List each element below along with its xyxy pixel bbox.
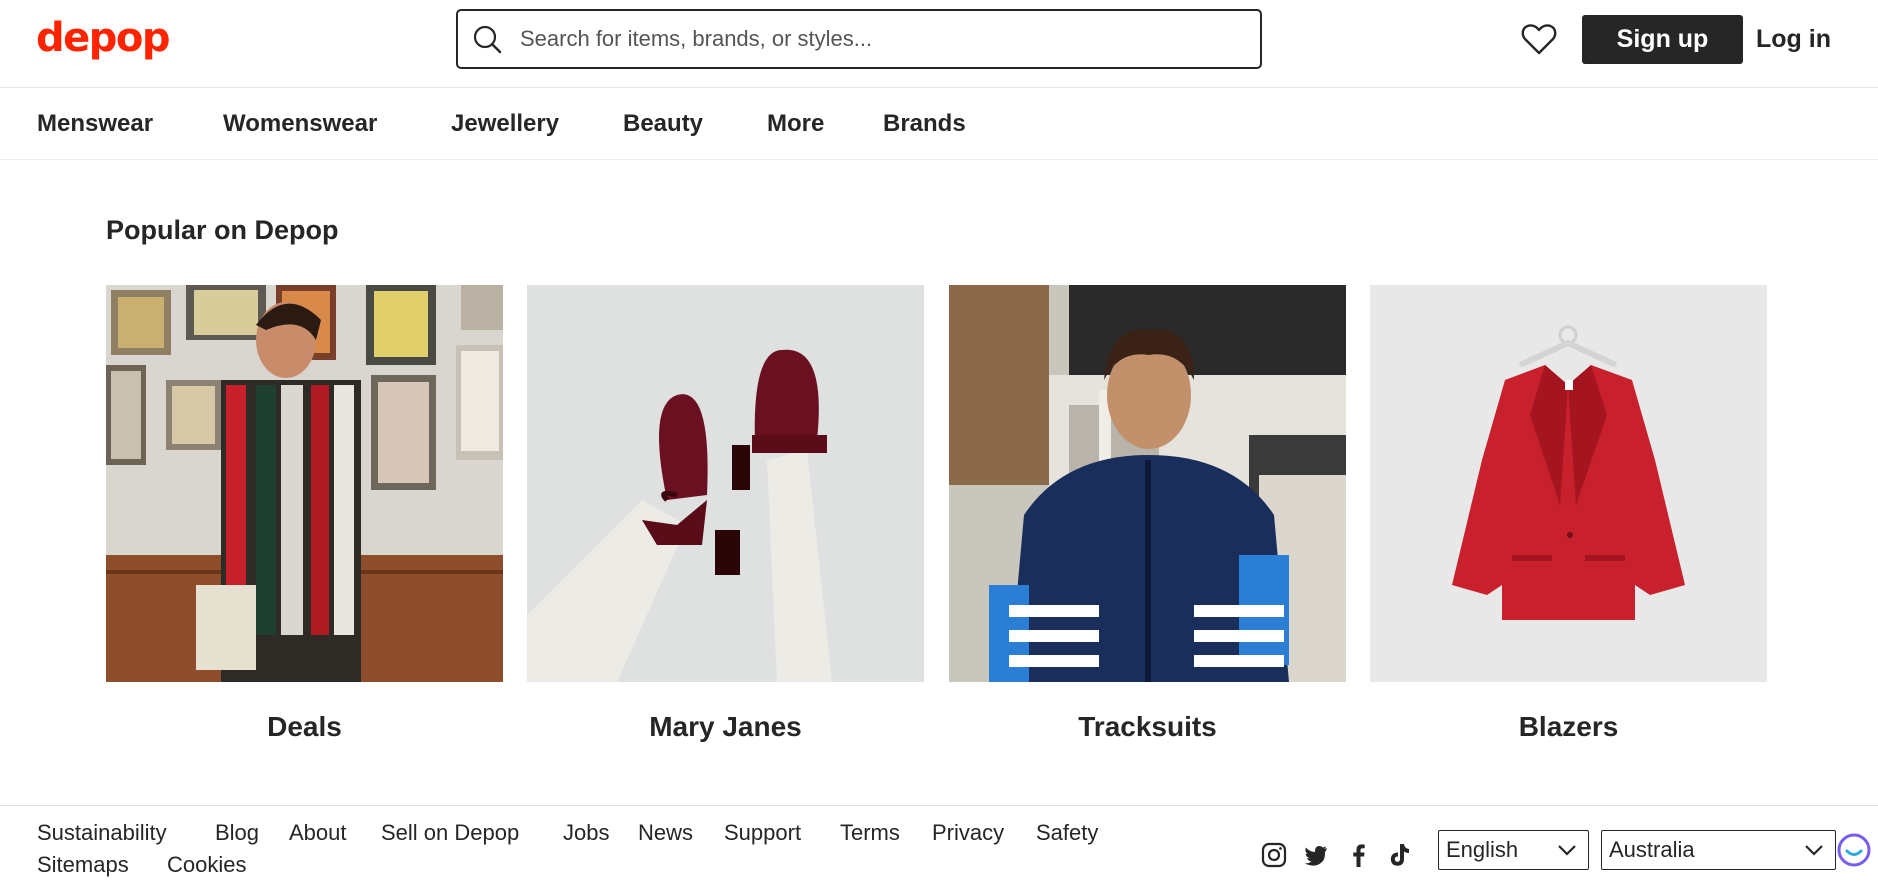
blazers-image [1370, 285, 1767, 682]
nav-item-beauty[interactable]: Beauty [623, 88, 703, 160]
tile-label: Blazers [1518, 711, 1619, 742]
site-header: depop Sign up Log in [0, 0, 1878, 88]
category-tile-mary-janes[interactable]: Mary Janes [527, 285, 924, 742]
country-value: Australia [1609, 837, 1695, 862]
footer-link-sustainability[interactable]: Sustainability [37, 819, 167, 847]
nav-item-brands[interactable]: Brands [883, 88, 966, 160]
site-footer: Sustainability Blog About Sell on Depop … [0, 805, 1878, 885]
search-icon [473, 25, 502, 54]
sign-up-button[interactable]: Sign up [1582, 15, 1743, 64]
heart-icon[interactable] [1520, 20, 1558, 58]
category-tile-deals[interactable]: Deals [106, 285, 503, 742]
mary-janes-image [527, 285, 924, 682]
deals-image [106, 285, 503, 682]
log-in-link[interactable]: Log in [1756, 15, 1831, 64]
nav-item-menswear[interactable]: Menswear [37, 88, 153, 160]
language-select[interactable]: English [1438, 830, 1589, 870]
facebook-icon[interactable] [1346, 842, 1372, 868]
footer-link-about[interactable]: About [289, 819, 347, 847]
search-input[interactable] [520, 19, 1240, 59]
tile-label: Tracksuits [1078, 711, 1217, 742]
twitter-icon[interactable] [1303, 842, 1329, 868]
footer-link-cookies[interactable]: Cookies [167, 851, 246, 879]
footer-link-jobs[interactable]: Jobs [563, 819, 609, 847]
category-nav: Menswear Womenswear Jewellery Beauty Mor… [0, 88, 1878, 160]
language-value: English [1446, 837, 1519, 862]
nav-item-jewellery[interactable]: Jewellery [451, 88, 559, 160]
footer-link-safety[interactable]: Safety [1036, 819, 1098, 847]
chevron-down-icon [1805, 845, 1823, 856]
category-tile-tracksuits[interactable]: Tracksuits [949, 285, 1346, 742]
depop-logo[interactable]: depop [36, 14, 171, 62]
instagram-icon[interactable] [1261, 842, 1287, 868]
country-select[interactable]: Australia [1601, 830, 1836, 870]
chevron-down-icon [1558, 845, 1576, 856]
tile-label: Deals [267, 711, 342, 742]
footer-link-news[interactable]: News [638, 819, 693, 847]
tile-label: Mary Janes [649, 711, 802, 742]
nav-item-womenswear[interactable]: Womenswear [223, 88, 377, 160]
footer-link-sell-on-depop[interactable]: Sell on Depop [381, 819, 519, 847]
footer-link-terms[interactable]: Terms [840, 819, 900, 847]
footer-link-privacy[interactable]: Privacy [932, 819, 1004, 847]
section-title: Popular on Depop [106, 215, 339, 245]
nav-item-more[interactable]: More [767, 88, 824, 160]
category-tile-blazers[interactable]: Blazers [1370, 285, 1767, 742]
tiktok-icon[interactable] [1386, 842, 1412, 868]
footer-link-support[interactable]: Support [724, 819, 801, 847]
footer-link-sitemaps[interactable]: Sitemaps [37, 851, 129, 879]
footer-link-blog[interactable]: Blog [215, 819, 259, 847]
tracksuits-image [949, 285, 1346, 682]
search-bar[interactable] [456, 9, 1262, 69]
chat-support-icon[interactable] [1836, 832, 1872, 868]
